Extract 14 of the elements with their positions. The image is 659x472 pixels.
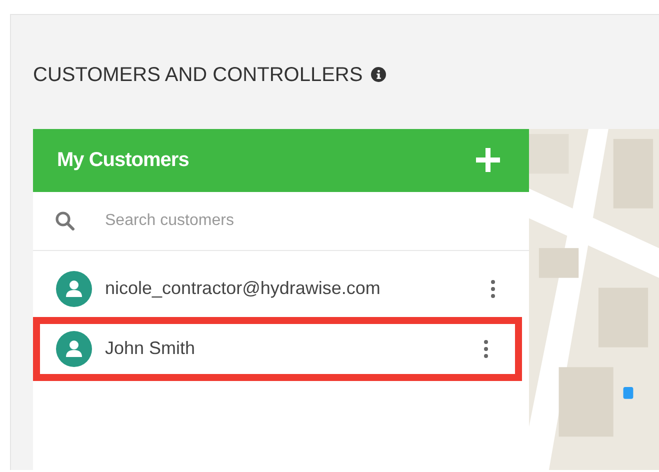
customer-row[interactable]: nicole_contractor@hydrawise.com [33,258,529,319]
info-icon[interactable] [370,67,386,82]
customer-name: nicole_contractor@hydrawise.com [105,277,382,300]
more-options-icon[interactable] [490,278,496,299]
customer-name: John Smith [105,337,196,360]
panel-title: My Customers [57,148,189,174]
add-icon[interactable] [475,147,501,174]
search-icon [55,210,75,231]
user-avatar-icon [56,330,92,367]
search-field[interactable]: Search customers [105,200,465,241]
section-title: CUSTOMERS AND CONTROLLERS [33,62,363,88]
user-avatar-icon [56,270,92,307]
customer-row[interactable]: John Smith [33,316,522,381]
more-options-icon[interactable] [483,338,489,359]
